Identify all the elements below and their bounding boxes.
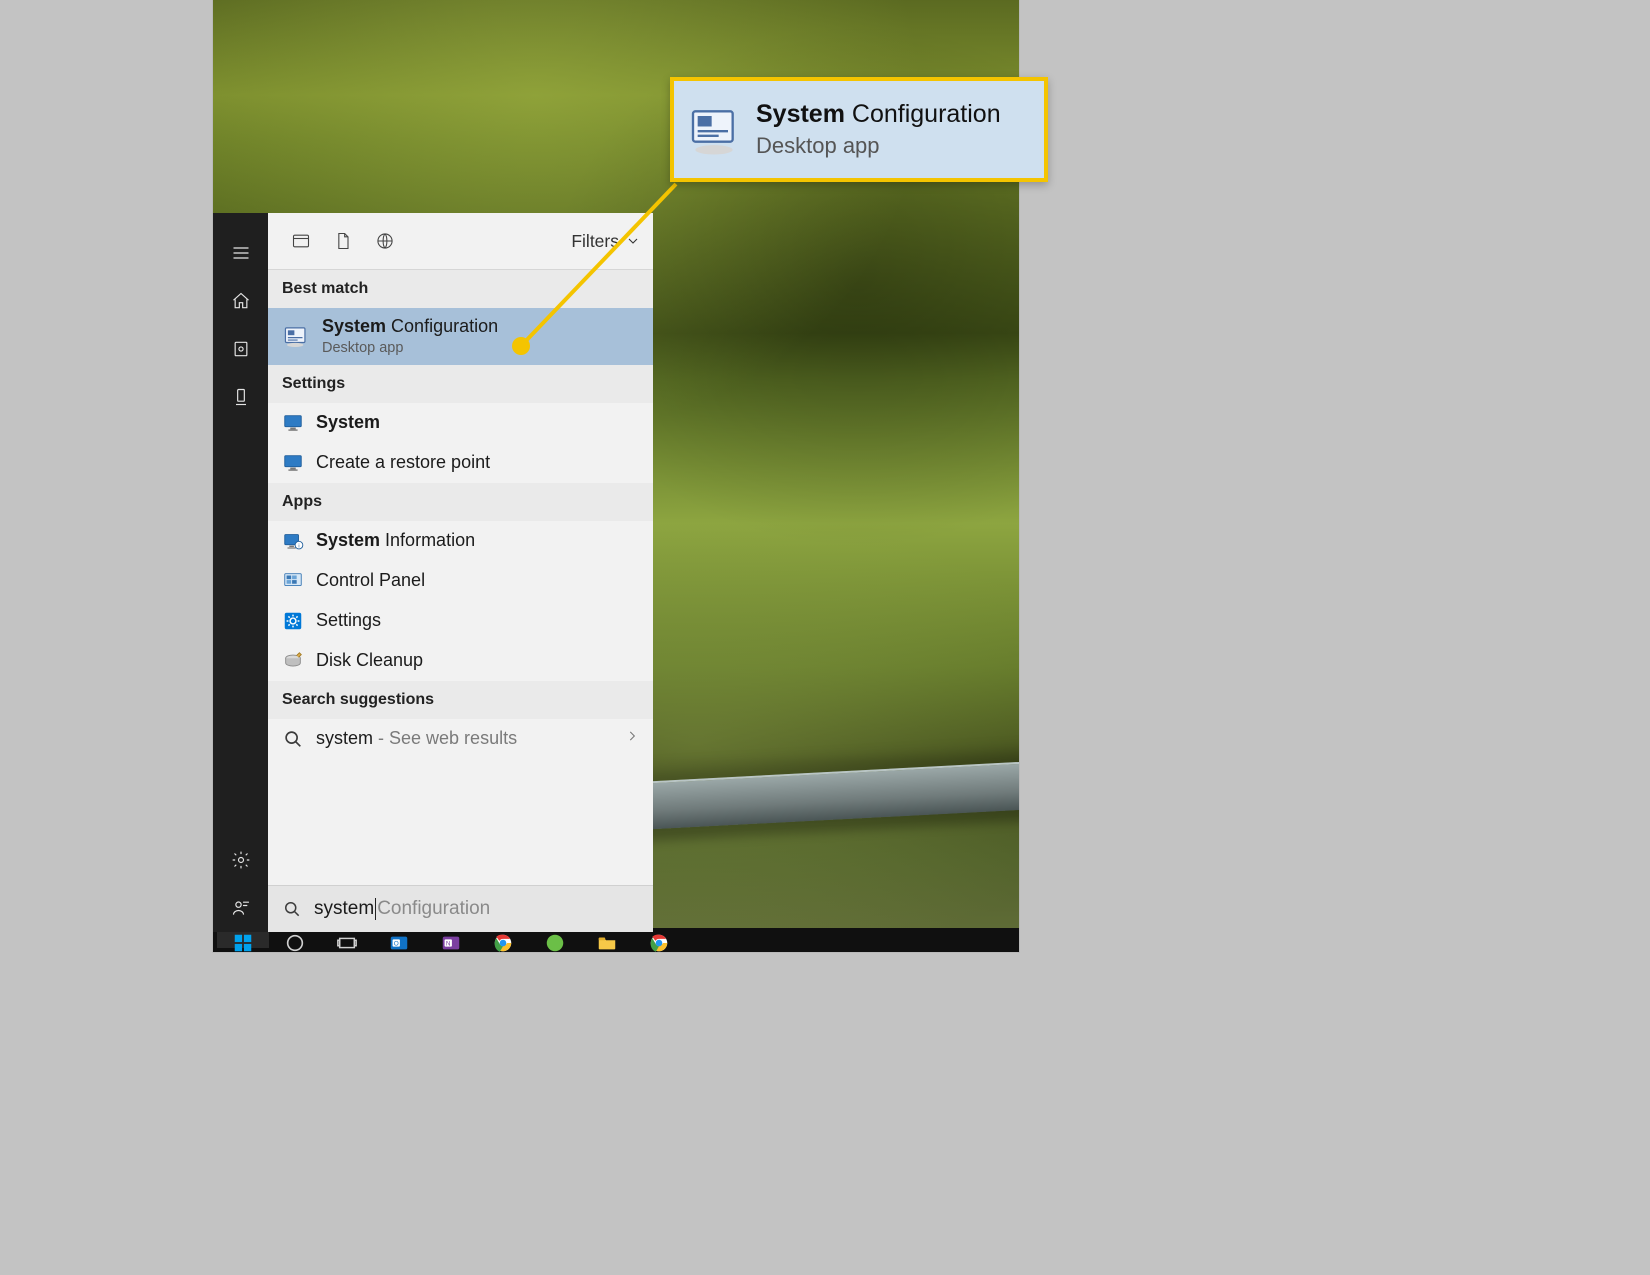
- filters-label: Filters: [571, 231, 619, 252]
- start-search-panel: Filters Best match: [213, 213, 653, 932]
- result-title: system - See web results: [316, 728, 517, 750]
- result-title: Disk Cleanup: [316, 650, 423, 672]
- disk-cleanup-icon: [282, 650, 304, 672]
- result-title: System: [316, 412, 380, 434]
- result-title: Control Panel: [316, 570, 425, 592]
- tab-documents-icon[interactable]: [322, 221, 364, 261]
- settings-app-icon: [282, 610, 304, 632]
- svg-text:O: O: [394, 940, 399, 947]
- search-autocomplete-ghost: Configuration: [377, 898, 490, 920]
- chevron-down-icon: [625, 233, 641, 249]
- device-icon[interactable]: [213, 373, 268, 421]
- result-create-restore-point[interactable]: Create a restore point: [268, 443, 653, 483]
- result-settings-system[interactable]: System: [268, 403, 653, 443]
- taskbar-taskview-icon[interactable]: [321, 932, 373, 948]
- result-title: Settings: [316, 610, 381, 632]
- hamburger-icon[interactable]: [213, 229, 268, 277]
- monitor-icon: [282, 452, 304, 474]
- text-caret: [375, 898, 376, 920]
- home-icon[interactable]: [213, 277, 268, 325]
- result-settings-app[interactable]: Settings: [268, 601, 653, 641]
- tab-apps-icon[interactable]: [280, 221, 322, 261]
- search-icon: [282, 899, 302, 919]
- section-best-match: Best match: [268, 270, 653, 308]
- result-title: Create a restore point: [316, 452, 490, 474]
- monitor-icon: [282, 412, 304, 434]
- msconfig-icon: [282, 322, 310, 350]
- result-subtitle: Desktop app: [322, 340, 498, 357]
- callout-subtitle: Desktop app: [756, 133, 1001, 159]
- settings-gear-icon[interactable]: [213, 836, 268, 884]
- taskbar-chrome-icon-2[interactable]: [633, 932, 685, 948]
- search-icon: [282, 728, 304, 750]
- chevron-right-icon: [625, 729, 639, 748]
- result-system-configuration[interactable]: System Configuration Desktop app: [268, 308, 653, 365]
- taskbar-onenote-icon[interactable]: N: [425, 932, 477, 948]
- result-system-information[interactable]: i System Information: [268, 521, 653, 561]
- feedback-icon[interactable]: [213, 884, 268, 932]
- start-left-rail: [213, 213, 268, 932]
- search-results-column: Filters Best match: [268, 213, 653, 932]
- notebook-icon[interactable]: [213, 325, 268, 373]
- section-search-suggestions: Search suggestions: [268, 681, 653, 719]
- start-button[interactable]: [217, 932, 269, 948]
- result-web-system[interactable]: system - See web results: [268, 719, 653, 759]
- section-settings: Settings: [268, 365, 653, 403]
- result-disk-cleanup[interactable]: Disk Cleanup: [268, 641, 653, 681]
- search-input[interactable]: systemConfiguration: [314, 898, 490, 920]
- result-title: System Information: [316, 530, 475, 552]
- taskbar-app-green-icon[interactable]: [529, 932, 581, 948]
- search-typed-text: system: [314, 898, 374, 920]
- callout-system-configuration: System Configuration Desktop app: [670, 77, 1048, 182]
- taskbar-outlook-icon[interactable]: O: [373, 932, 425, 948]
- taskbar-file-explorer-icon[interactable]: [581, 932, 633, 948]
- result-title: System Configuration: [322, 316, 498, 338]
- filters-dropdown[interactable]: Filters: [571, 231, 641, 252]
- taskbar-cortana-icon[interactable]: [269, 932, 321, 948]
- results-list: Best match System Configuration: [268, 270, 653, 885]
- result-control-panel[interactable]: Control Panel: [268, 561, 653, 601]
- msconfig-icon: [686, 102, 742, 158]
- sysinfo-icon: i: [282, 530, 304, 552]
- control-panel-icon: [282, 570, 304, 592]
- callout-title: System Configuration: [756, 100, 1001, 129]
- section-apps: Apps: [268, 483, 653, 521]
- search-input-row[interactable]: systemConfiguration: [268, 885, 653, 932]
- svg-text:N: N: [446, 940, 451, 947]
- svg-text:i: i: [298, 543, 299, 549]
- taskbar-chrome-icon[interactable]: [477, 932, 529, 948]
- tab-web-icon[interactable]: [364, 221, 406, 261]
- search-scope-tabs: Filters: [268, 213, 653, 270]
